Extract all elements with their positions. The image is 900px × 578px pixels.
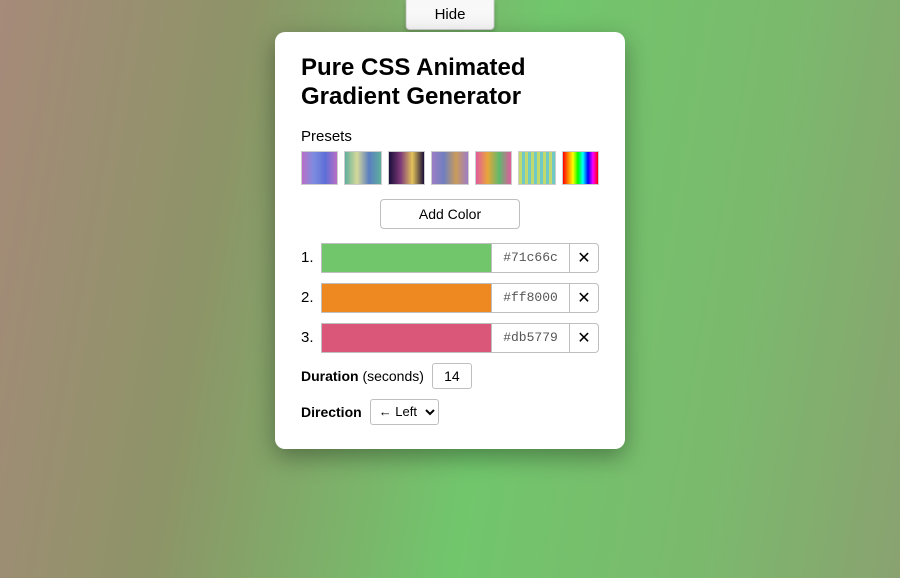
preset-swatch-5[interactable]: [475, 151, 512, 185]
duration-input[interactable]: [432, 363, 472, 389]
color-row-3: 3. ✕: [301, 323, 599, 353]
preset-swatch-4[interactable]: [431, 151, 468, 185]
hex-input[interactable]: [491, 243, 569, 273]
direction-label: Direction: [301, 404, 362, 420]
direction-row: Direction ← Left: [301, 399, 599, 425]
duration-row: Duration (seconds): [301, 363, 599, 389]
remove-color-button[interactable]: ✕: [569, 243, 599, 273]
color-row-1: 1. ✕: [301, 243, 599, 273]
remove-color-button[interactable]: ✕: [569, 283, 599, 313]
presets-row: [301, 151, 599, 185]
color-row-2: 2. ✕: [301, 283, 599, 313]
add-color-button[interactable]: Add Color: [380, 199, 520, 229]
direction-select[interactable]: ← Left: [370, 399, 439, 425]
color-swatch-input[interactable]: [321, 243, 491, 273]
preset-swatch-3[interactable]: [388, 151, 425, 185]
gradient-background: Hide Pure CSS Animated Gradient Generato…: [0, 0, 900, 578]
preset-swatch-7[interactable]: [562, 151, 599, 185]
generator-panel: Pure CSS Animated Gradient Generator Pre…: [275, 32, 625, 449]
hex-input[interactable]: [491, 323, 569, 353]
color-swatch-input[interactable]: [321, 283, 491, 313]
color-number: 1.: [301, 249, 321, 266]
color-number: 3.: [301, 329, 321, 346]
preset-swatch-2[interactable]: [344, 151, 381, 185]
hide-button[interactable]: Hide: [406, 0, 495, 30]
page-title: Pure CSS Animated Gradient Generator: [301, 54, 599, 112]
color-swatch-input[interactable]: [321, 323, 491, 353]
hex-input[interactable]: [491, 283, 569, 313]
close-icon: ✕: [577, 328, 590, 348]
preset-swatch-1[interactable]: [301, 151, 338, 185]
color-number: 2.: [301, 289, 321, 306]
close-icon: ✕: [577, 248, 590, 268]
remove-color-button[interactable]: ✕: [569, 323, 599, 353]
presets-label: Presets: [301, 128, 599, 145]
duration-label: Duration (seconds): [301, 368, 424, 384]
close-icon: ✕: [577, 288, 590, 308]
preset-swatch-6[interactable]: [518, 151, 555, 185]
